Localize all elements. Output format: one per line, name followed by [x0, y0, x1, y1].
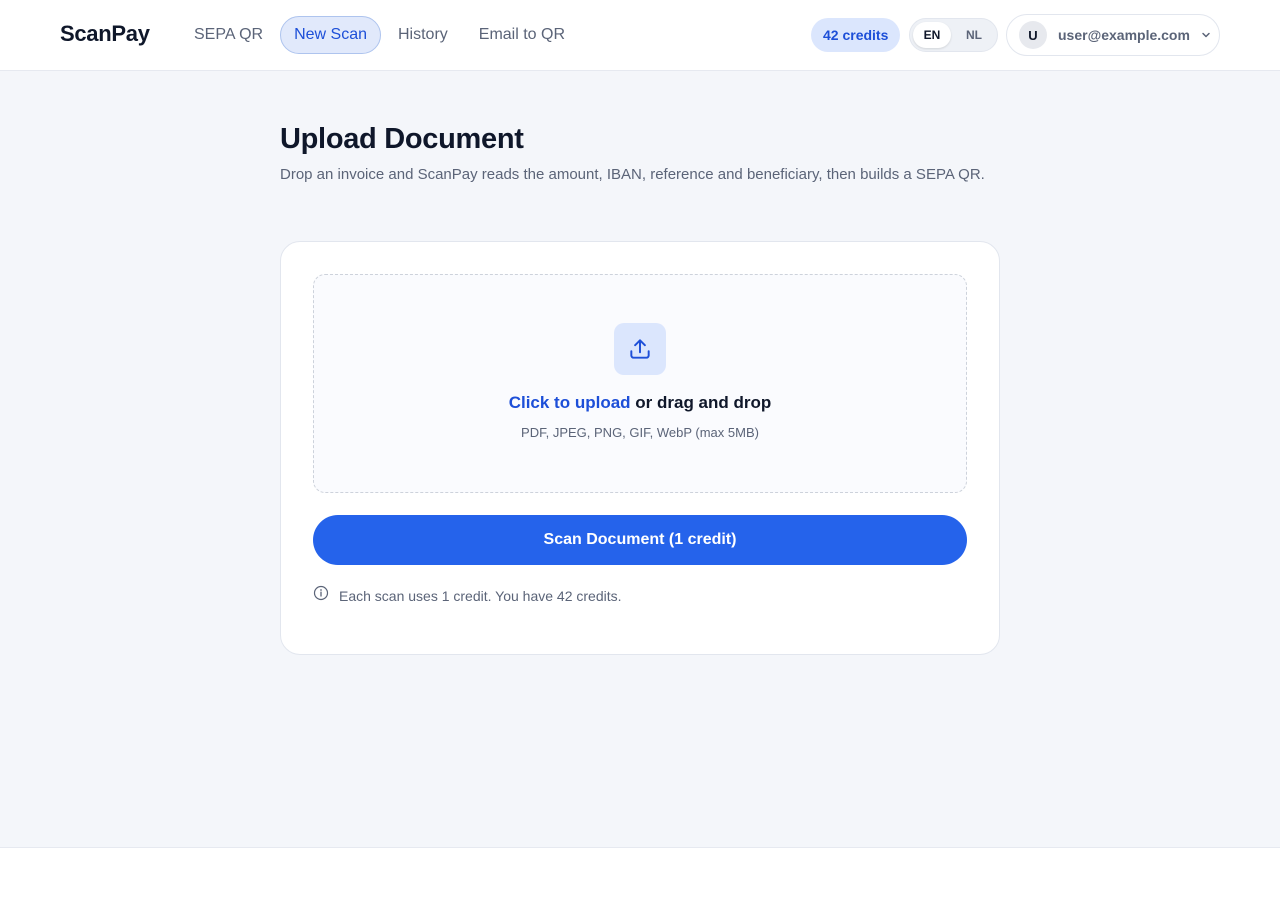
- drag-drop-text: or drag and drop: [630, 393, 772, 412]
- upload-icon: [614, 323, 666, 375]
- page-title: Upload Document: [280, 123, 524, 155]
- app-logo[interactable]: ScanPay: [60, 21, 150, 47]
- language-nl-button[interactable]: NL: [955, 22, 993, 48]
- upload-file-types-hint: PDF, JPEG, PNG, GIF, WebP (max 5MB): [521, 425, 759, 440]
- credit-info-text: Each scan uses 1 credit. You have 42 cre…: [339, 587, 622, 604]
- nav-item-history[interactable]: History: [384, 16, 462, 54]
- click-to-upload-link[interactable]: Click to upload: [509, 393, 631, 412]
- upload-card: Click to upload or drag and drop PDF, JP…: [280, 241, 1000, 655]
- credit-info: Each scan uses 1 credit. You have 42 cre…: [313, 585, 622, 606]
- info-icon: [313, 585, 329, 606]
- upload-instruction: Click to upload or drag and drop: [314, 393, 966, 413]
- language-toggle: EN NL: [909, 18, 998, 52]
- top-header: ScanPay SEPA QR New Scan History Email t…: [0, 0, 1280, 71]
- user-email: user@example.com: [1058, 27, 1190, 43]
- nav-item-sepa-qr[interactable]: SEPA QR: [180, 16, 277, 54]
- user-menu-button[interactable]: U user@example.com: [1006, 14, 1220, 56]
- nav-item-email-to-qr[interactable]: Email to QR: [465, 16, 579, 54]
- main-content: Upload Document Drop an invoice and Scan…: [0, 71, 1280, 848]
- language-en-button[interactable]: EN: [913, 22, 951, 48]
- scan-document-button[interactable]: Scan Document (1 credit): [313, 515, 967, 565]
- credits-badge[interactable]: 42 credits: [811, 18, 901, 52]
- main-nav: SEPA QR New Scan History Email to QR: [180, 16, 582, 54]
- page-subtitle: Drop an invoice and ScanPay reads the am…: [280, 166, 985, 183]
- avatar: U: [1019, 21, 1047, 49]
- chevron-down-icon: [1200, 29, 1212, 41]
- nav-item-new-scan[interactable]: New Scan: [280, 16, 381, 54]
- upload-dropzone[interactable]: Click to upload or drag and drop PDF, JP…: [313, 274, 967, 493]
